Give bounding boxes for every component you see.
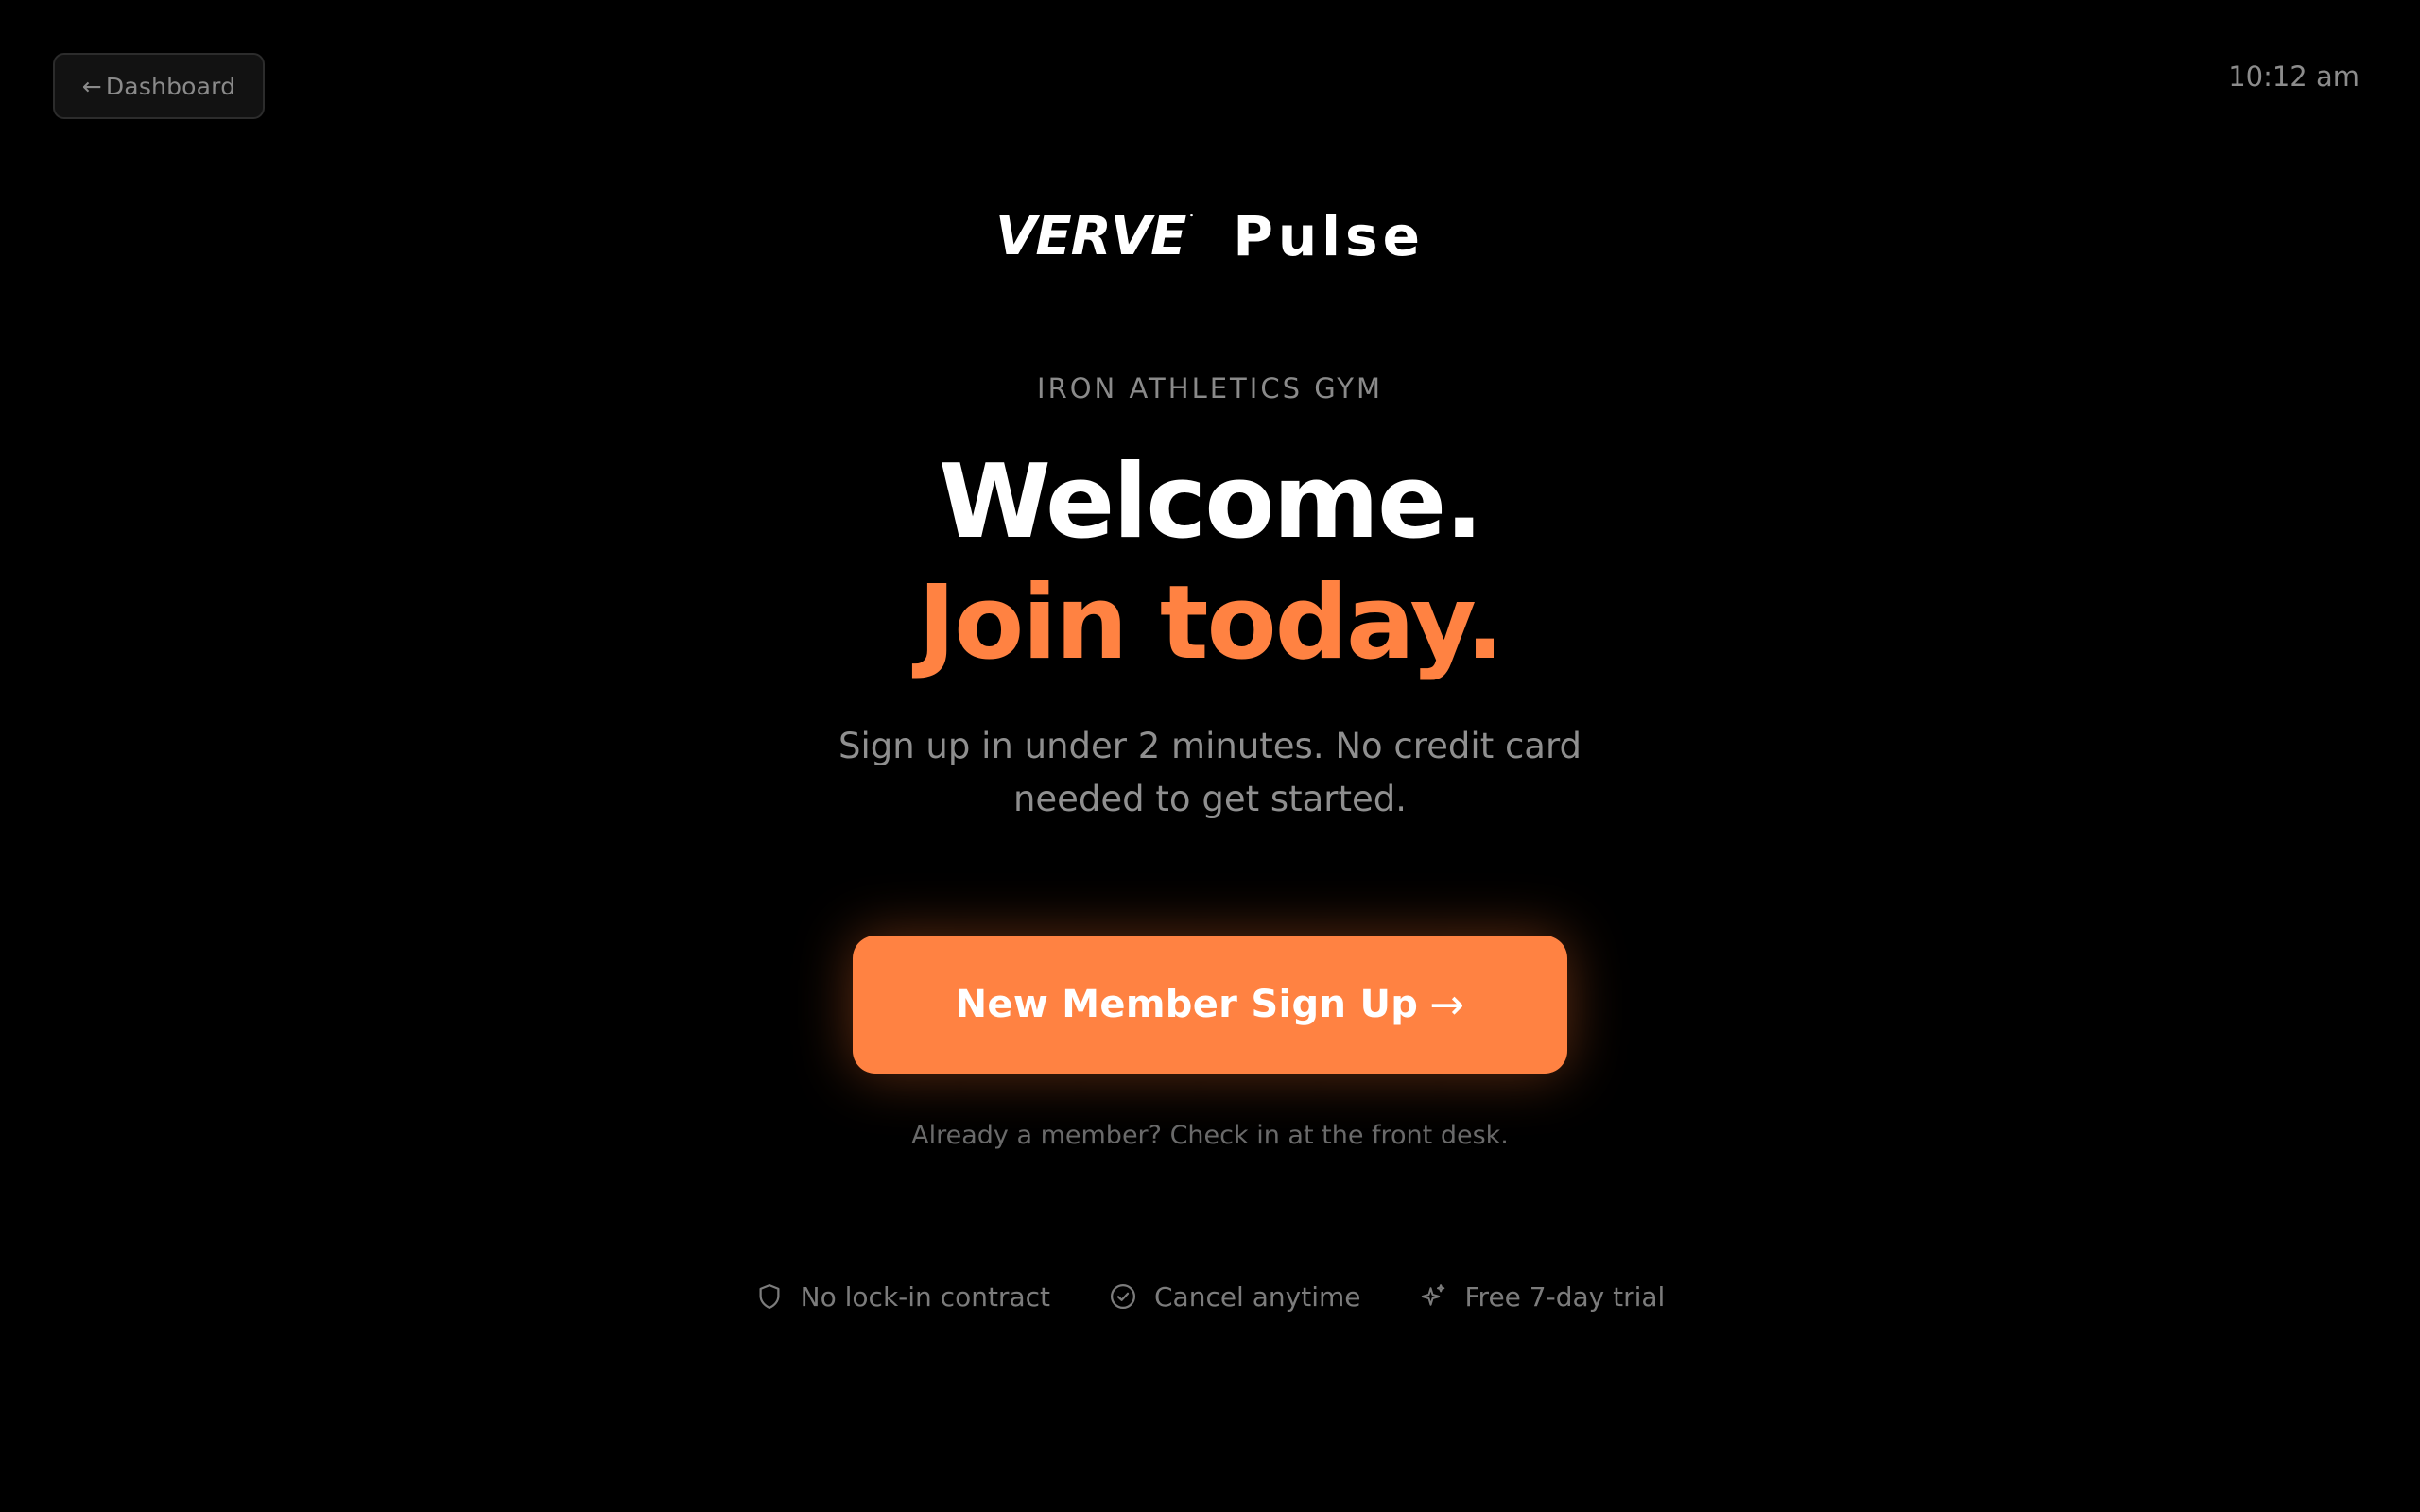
hero-subtext: Sign up in under 2 minutes. No credit ca…	[838, 726, 1582, 819]
feature-label: Free 7-day trial	[1464, 1280, 1666, 1313]
check-circle-icon	[1110, 1284, 1135, 1309]
headline: Welcome. Join today.	[0, 442, 2420, 684]
clock: 10:12 am	[2228, 60, 2360, 93]
headline-welcome: Welcome.	[938, 443, 1484, 561]
headline-join-today: Join today.	[917, 564, 1504, 682]
product-name: Pulse	[1233, 204, 1425, 268]
feature-list: No lock-in contract Cancel anytime Free …	[0, 1278, 2420, 1315]
feature-label: No lock-in contract	[800, 1280, 1050, 1313]
logo-mark: •	[1188, 211, 1195, 221]
arrow-right-icon: →	[1429, 980, 1465, 1029]
signup-kiosk-screen: ← Dashboard 10:12 am VERVE • Pulse IRON …	[0, 0, 2420, 1512]
signup-button-label: New Member Sign Up	[955, 983, 1419, 1026]
gym-name: IRON ATHLETICS GYM	[1037, 372, 1383, 404]
feature-label: Cancel anytime	[1153, 1280, 1361, 1313]
back-button-label: Dashboard	[105, 72, 236, 100]
verve-logo: VERVE •	[995, 205, 1194, 267]
member-checkin-note: Already a member? Check in at the front …	[911, 1121, 1509, 1150]
verve-logo-text: VERVE	[995, 205, 1186, 267]
feature-cancel-anytime: Cancel anytime	[1109, 1280, 1361, 1313]
feature-no-lock-in: No lock-in contract	[755, 1281, 1050, 1313]
back-to-dashboard-button[interactable]: ← Dashboard	[53, 53, 265, 119]
sparkle-icon	[1422, 1284, 1445, 1306]
feature-free-trial: Free 7-day trial	[1419, 1281, 1665, 1313]
brand-lockup: VERVE • Pulse	[0, 198, 2420, 274]
shield-icon	[759, 1284, 780, 1309]
new-member-signup-button[interactable]: New Member Sign Up →	[853, 936, 1567, 1074]
arrow-left-icon: ←	[81, 72, 102, 100]
